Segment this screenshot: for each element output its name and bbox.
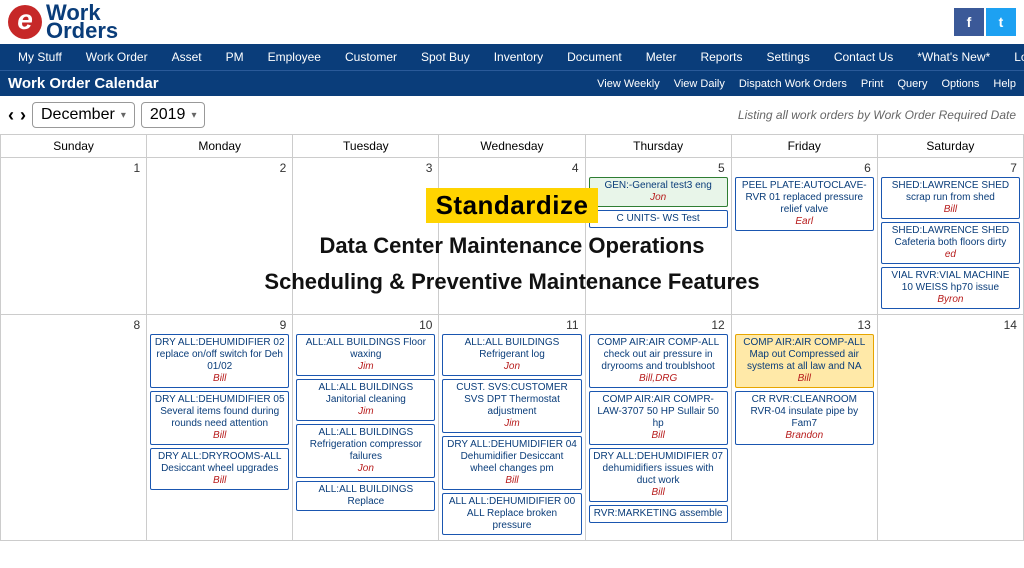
logo-e-icon: e: [8, 5, 42, 39]
nav-whats-new[interactable]: *What's New*: [905, 50, 1002, 64]
nav-customer[interactable]: Customer: [333, 50, 409, 64]
nav-inventory[interactable]: Inventory: [482, 50, 555, 64]
nav-contact-us[interactable]: Contact Us: [822, 50, 905, 64]
action-view-weekly[interactable]: View Weekly: [597, 78, 660, 90]
subnav-actions: View Weekly View Daily Dispatch Work Ord…: [597, 78, 1016, 90]
twitter-icon[interactable]: t: [986, 8, 1016, 36]
social-links: f t: [954, 8, 1016, 36]
nav-logout[interactable]: Logout: [1002, 50, 1024, 64]
overlay-highlight: Standardize: [426, 188, 599, 223]
nav-pm[interactable]: PM: [214, 50, 256, 64]
nav-meter[interactable]: Meter: [634, 50, 689, 64]
work-order[interactable]: ALL:ALL BUILDINGS Floor waxingJim: [296, 334, 435, 376]
work-order[interactable]: ALL ALL:DEHUMIDIFIER 00 ALL Replace brok…: [442, 493, 581, 535]
dayhead-sat: Saturday: [878, 135, 1024, 158]
app-logo: e Work Orders: [8, 4, 118, 40]
logo-bar: e Work Orders f t: [0, 0, 1024, 44]
listing-label: Listing all work orders by Work Order Re…: [738, 108, 1016, 122]
work-order[interactable]: ALL:ALL BUILDINGS Replace: [296, 481, 435, 511]
work-order[interactable]: SHED:LAWRENCE SHED scrap run from shedBi…: [881, 177, 1020, 219]
work-order[interactable]: CR RVR:CLEANROOM RVR-04 insulate pipe by…: [735, 391, 874, 445]
action-print[interactable]: Print: [861, 78, 884, 90]
action-query[interactable]: Query: [897, 78, 927, 90]
work-order[interactable]: VIAL RVR:VIAL MACHINE 10 WEISS hp70 issu…: [881, 267, 1020, 309]
nav-reports[interactable]: Reports: [688, 50, 754, 64]
work-order[interactable]: COMP AIR:AIR COMP-ALL check out air pres…: [589, 334, 728, 388]
action-options[interactable]: Options: [941, 78, 979, 90]
work-order[interactable]: DRY ALL:DEHUMIDIFIER 04 Dehumidifier Des…: [442, 436, 581, 490]
action-help[interactable]: Help: [993, 78, 1016, 90]
facebook-icon[interactable]: f: [954, 8, 984, 36]
nav-spot-buy[interactable]: Spot Buy: [409, 50, 482, 64]
logo-text-bottom: Orders: [46, 22, 118, 40]
nav-my-stuff[interactable]: My Stuff: [6, 50, 74, 64]
cell-dec-11[interactable]: 11 ALL:ALL BUILDINGS Refrigerant logJon …: [439, 315, 585, 541]
work-order[interactable]: COMP AIR:AIR COMPR-LAW-3707 50 HP Sullai…: [589, 391, 728, 445]
action-dispatch[interactable]: Dispatch Work Orders: [739, 78, 847, 90]
cell-dec-10[interactable]: 10 ALL:ALL BUILDINGS Floor waxingJim ALL…: [293, 315, 439, 541]
nav-document[interactable]: Document: [555, 50, 634, 64]
dayhead-sun: Sunday: [1, 135, 147, 158]
overlay-caption: Standardize Data Center Maintenance Oper…: [152, 188, 872, 295]
work-order[interactable]: ALL:ALL BUILDINGS Refrigerant logJon: [442, 334, 581, 376]
cell-dec-7[interactable]: 7 SHED:LAWRENCE SHED scrap run from shed…: [878, 158, 1024, 315]
cell-dec-1[interactable]: 1: [1, 158, 147, 315]
overlay-line2: Scheduling & Preventive Maintenance Feat…: [152, 269, 872, 295]
work-order[interactable]: CUST. SVS:CUSTOMER SVS DPT Thermostat ad…: [442, 379, 581, 433]
year-select[interactable]: 2019: [141, 102, 206, 128]
dayhead-wed: Wednesday: [439, 135, 585, 158]
work-order[interactable]: DRY ALL:DEHUMIDIFIER 02 replace on/off s…: [150, 334, 289, 388]
work-order[interactable]: COMP AIR:AIR COMP-ALL Map out Compressed…: [735, 334, 874, 388]
page-title: Work Order Calendar: [8, 75, 159, 92]
work-order[interactable]: DRY ALL:DEHUMIDIFIER 05 Several items fo…: [150, 391, 289, 445]
cell-dec-14[interactable]: 14: [878, 315, 1024, 541]
nav-work-order[interactable]: Work Order: [74, 50, 160, 64]
calendar-controls: ‹ › December 2019 Listing all work order…: [0, 96, 1024, 135]
next-month-button[interactable]: ›: [20, 105, 26, 126]
main-nav: My Stuff Work Order Asset PM Employee Cu…: [0, 44, 1024, 70]
work-order[interactable]: DRY ALL:DEHUMIDIFIER 07 dehumidifiers is…: [589, 448, 728, 502]
work-order[interactable]: DRY ALL:DRYROOMS-ALL Desiccant wheel upg…: [150, 448, 289, 490]
month-select[interactable]: December: [32, 102, 135, 128]
dayhead-mon: Monday: [147, 135, 293, 158]
work-order[interactable]: SHED:LAWRENCE SHED Cafeteria both floors…: [881, 222, 1020, 264]
work-order[interactable]: ALL:ALL BUILDINGS Janitorial cleaningJim: [296, 379, 435, 421]
nav-asset[interactable]: Asset: [160, 50, 214, 64]
cell-dec-12[interactable]: 12 COMP AIR:AIR COMP-ALL check out air p…: [586, 315, 732, 541]
dayhead-tue: Tuesday: [293, 135, 439, 158]
nav-settings[interactable]: Settings: [754, 50, 821, 64]
work-order[interactable]: ALL:ALL BUILDINGS Refrigeration compress…: [296, 424, 435, 478]
action-view-daily[interactable]: View Daily: [674, 78, 725, 90]
nav-employee[interactable]: Employee: [256, 50, 333, 64]
prev-month-button[interactable]: ‹: [8, 105, 14, 126]
work-order[interactable]: RVR:MARKETING assemble: [589, 505, 728, 523]
cell-dec-13[interactable]: 13 COMP AIR:AIR COMP-ALL Map out Compres…: [732, 315, 878, 541]
cell-dec-8[interactable]: 8: [1, 315, 147, 541]
sub-nav: Work Order Calendar View Weekly View Dai…: [0, 70, 1024, 96]
cell-dec-9[interactable]: 9 DRY ALL:DEHUMIDIFIER 02 replace on/off…: [147, 315, 293, 541]
dayhead-fri: Friday: [732, 135, 878, 158]
dayhead-thu: Thursday: [586, 135, 732, 158]
overlay-line1: Data Center Maintenance Operations: [152, 233, 872, 259]
